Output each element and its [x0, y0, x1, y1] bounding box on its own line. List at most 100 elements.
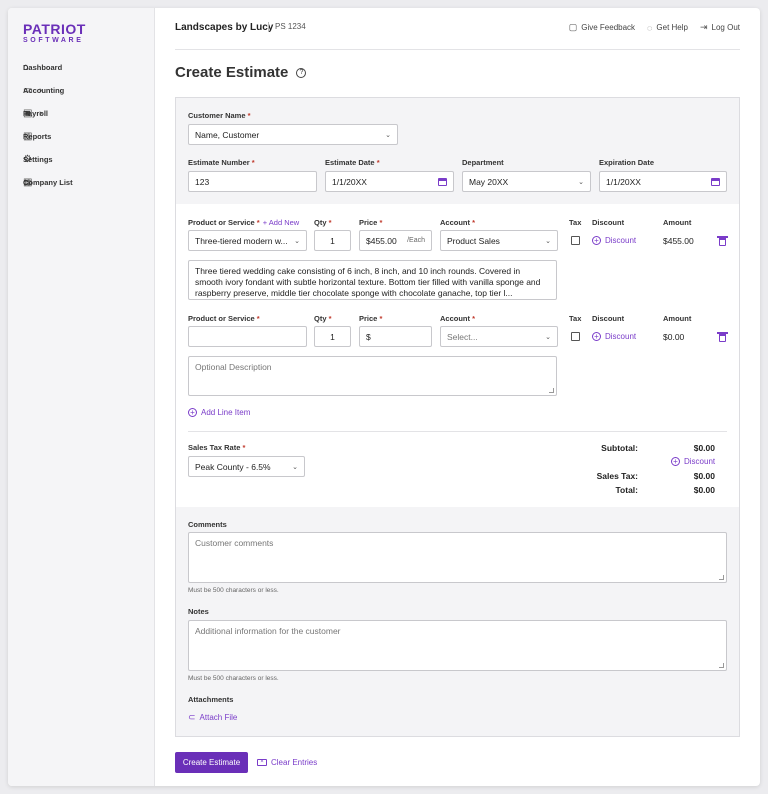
calendar-icon[interactable]: [438, 177, 447, 186]
total-label: Total:: [615, 485, 638, 495]
account-label: Account *: [440, 218, 476, 227]
notes-hint: Must be 500 characters or less.: [188, 675, 279, 682]
give-feedback-label: Give Feedback: [581, 23, 636, 32]
resize-handle[interactable]: [719, 575, 724, 580]
totals-discount-link[interactable]: + Discount: [671, 457, 715, 466]
product-input-2[interactable]: [188, 326, 307, 347]
resize-handle[interactable]: [719, 663, 724, 668]
notes-textarea[interactable]: Additional information for the customer: [188, 620, 727, 671]
sidebar-item-label: Reports: [23, 132, 52, 141]
description-textarea-1[interactable]: Three tiered wedding cake consisting of …: [188, 260, 557, 300]
sidebar-item-label: Payroll: [23, 109, 49, 118]
logout-icon: ⇥: [699, 22, 708, 32]
discount-link-1[interactable]: + Discount: [592, 236, 636, 245]
sidebar-item-payroll[interactable]: ▣ Payroll ›: [23, 102, 141, 125]
give-feedback-link[interactable]: ▢ Give Feedback: [569, 22, 635, 33]
clear-entries-button[interactable]: × Clear Entries: [257, 758, 317, 767]
company-id: PS 1234: [268, 22, 306, 32]
product-select-1[interactable]: Three-tiered modern w... ⌄: [188, 230, 307, 251]
plus-circle-icon: +: [188, 408, 197, 417]
log-out-link[interactable]: ⇥ Log Out: [700, 22, 740, 33]
calendar-icon[interactable]: [711, 177, 720, 186]
estimate-date-input[interactable]: 1/1/20XX: [325, 171, 454, 192]
product-label-2: Product or Service *: [188, 314, 260, 323]
app-window: PATRIOT SOFTWARE ⌂ Dashboard ▭ Accountin…: [8, 8, 760, 786]
sidebar-item-dashboard[interactable]: ⌂ Dashboard: [23, 56, 141, 79]
sidebar-item-reports[interactable]: ▥ Reports: [23, 125, 141, 148]
clear-entries-label: Clear Entries: [271, 758, 318, 767]
help-icon[interactable]: ?: [296, 67, 307, 78]
create-estimate-button[interactable]: Create Estimate: [175, 752, 248, 773]
chevron-down-icon: ⌄: [578, 178, 584, 186]
qty-value: 1: [330, 235, 335, 246]
resize-handle[interactable]: [549, 388, 554, 393]
chevron-down-icon: ⌄: [545, 237, 551, 245]
estimate-number-value: 123: [195, 176, 210, 187]
account-value: Product Sales: [447, 235, 500, 246]
logo[interactable]: PATRIOT SOFTWARE: [23, 22, 86, 45]
account-select-1[interactable]: Product Sales ⌄: [440, 230, 558, 251]
chat-icon: ▢: [568, 22, 578, 32]
qty-label: Qty *: [314, 218, 332, 227]
chevron-down-icon: ⌄: [385, 131, 391, 139]
tax-checkbox-1[interactable]: [571, 236, 580, 245]
department-select[interactable]: May 20XX ⌄: [462, 171, 591, 192]
main-content: Landscapes by Lucy PS 1234 ▢ Give Feedba…: [175, 8, 740, 786]
tax-checkbox-2[interactable]: [571, 332, 580, 341]
expiration-date-value: 1/1/20XX: [606, 176, 641, 187]
estimate-form: Customer Name * Name, Customer ⌄ Estimat…: [175, 97, 740, 737]
comments-label: Comments: [188, 520, 227, 529]
get-help-link[interactable]: ◌ Get Help: [647, 22, 688, 33]
discount-link-label: Discount: [605, 332, 637, 341]
comments-textarea[interactable]: Customer comments: [188, 532, 727, 583]
expiration-date-input[interactable]: 1/1/20XX: [599, 171, 727, 192]
account-select-2[interactable]: Select... ⌄: [440, 326, 558, 347]
plus-circle-icon: +: [592, 236, 601, 245]
sidebar-item-settings[interactable]: ⚙ Settings: [23, 148, 141, 171]
department-label: Department: [462, 158, 504, 167]
price-label-2: Price *: [359, 314, 383, 323]
description-textarea-2[interactable]: Optional Description: [188, 356, 557, 396]
department-value: May 20XX: [469, 176, 509, 187]
notes-label: Notes: [188, 607, 209, 616]
add-new-product-link[interactable]: + Add New: [263, 218, 299, 227]
sales-tax-value: $0.00: [693, 471, 715, 481]
divider: [188, 431, 727, 432]
price-input-1[interactable]: $455.00 /Each: [359, 230, 432, 251]
estimate-date-value: 1/1/20XX: [332, 176, 367, 187]
page-title: Create Estimate ?: [175, 64, 307, 81]
customer-select[interactable]: Name, Customer ⌄: [188, 124, 398, 145]
sidebar-item-label: Accounting: [23, 86, 65, 95]
amount-label: Amount: [663, 218, 692, 227]
attachments-label: Attachments: [188, 695, 234, 704]
tax-label: Tax: [569, 218, 582, 227]
sidebar-item-company-list[interactable]: ▦ Company List: [23, 171, 141, 194]
price-input-2[interactable]: $: [359, 326, 432, 347]
totals-discount-label: Discount: [684, 457, 716, 466]
qty-input-2[interactable]: 1: [314, 326, 351, 347]
customer-name-label: Customer Name *: [188, 111, 251, 120]
trash-icon[interactable]: [717, 236, 728, 246]
estimate-number-input[interactable]: 123: [188, 171, 317, 192]
trash-icon[interactable]: [717, 332, 728, 342]
sidebar-item-accounting[interactable]: ▭ Accounting ›: [23, 79, 141, 102]
add-line-item-label: Add Line Item: [201, 408, 251, 417]
amount-label-2: Amount: [663, 314, 692, 323]
comments-hint: Must be 500 characters or less.: [188, 587, 279, 594]
attach-file-link[interactable]: ⊂ Attach File: [188, 712, 237, 723]
add-line-item-link[interactable]: + Add Line Item: [188, 408, 250, 417]
description-value: Three tiered wedding cake consisting of …: [195, 266, 541, 298]
sidebar-item-label: Company List: [23, 178, 73, 187]
attach-file-label: Attach File: [199, 713, 238, 722]
clear-icon: ×: [257, 759, 267, 766]
top-links: ▢ Give Feedback ◌ Get Help ⇥ Log Out: [569, 22, 740, 33]
chevron-down-icon: ⌄: [294, 237, 300, 245]
sales-tax-rate-select[interactable]: Peak County - 6.5% ⌄: [188, 456, 305, 477]
discount-link-2[interactable]: + Discount: [592, 332, 636, 341]
qty-input-1[interactable]: 1: [314, 230, 351, 251]
log-out-label: Log Out: [711, 23, 740, 32]
product-label: Product or Service * + Add New: [188, 218, 300, 227]
account-label-2: Account *: [440, 314, 476, 323]
top-bar: Landscapes by Lucy PS 1234 ▢ Give Feedba…: [175, 8, 740, 50]
help-circle-icon: ◌: [647, 22, 653, 33]
